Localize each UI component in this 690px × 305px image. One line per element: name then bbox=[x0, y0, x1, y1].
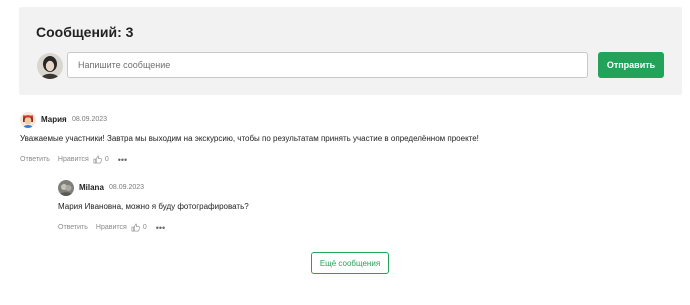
messages-count-title: Сообщений: 3 bbox=[36, 24, 134, 40]
like-count: 0 bbox=[104, 156, 109, 163]
comment-actions: Ответить Нравится 0 ••• bbox=[20, 155, 127, 164]
message-input[interactable] bbox=[67, 52, 588, 78]
user-avatar-icon[interactable] bbox=[58, 180, 74, 196]
comment-date: 08.09.2023 bbox=[109, 184, 145, 191]
reply-button[interactable]: Ответить bbox=[58, 224, 88, 231]
comment-actions: Ответить Нравится 0 ••• bbox=[58, 223, 165, 232]
comment-author[interactable]: Milana bbox=[79, 183, 104, 192]
comment-text: Мария Ивановна, можно я буду фотографиро… bbox=[58, 202, 249, 211]
comment-text: Уважаемые участники! Завтра мы выходим н… bbox=[20, 134, 479, 143]
more-dots-icon[interactable]: ••• bbox=[156, 223, 165, 232]
like-label[interactable]: Нравится bbox=[58, 156, 89, 163]
like-label[interactable]: Нравится bbox=[96, 224, 127, 231]
comment-date: 08.09.2023 bbox=[72, 116, 108, 123]
thumbs-up-icon[interactable] bbox=[131, 223, 140, 232]
load-more-button[interactable]: Ещё сообщения bbox=[311, 252, 389, 274]
like-count: 0 bbox=[142, 224, 147, 231]
more-dots-icon[interactable]: ••• bbox=[118, 155, 127, 164]
message-composer: Сообщений: 3 Отправить bbox=[19, 7, 682, 95]
send-button[interactable]: Отправить bbox=[598, 52, 664, 78]
current-user-avatar bbox=[37, 53, 63, 79]
comment-author[interactable]: Мария bbox=[41, 115, 67, 124]
reply-button[interactable]: Ответить bbox=[20, 156, 50, 163]
thumbs-up-icon[interactable] bbox=[93, 155, 102, 164]
user-avatar-icon[interactable] bbox=[20, 112, 36, 128]
